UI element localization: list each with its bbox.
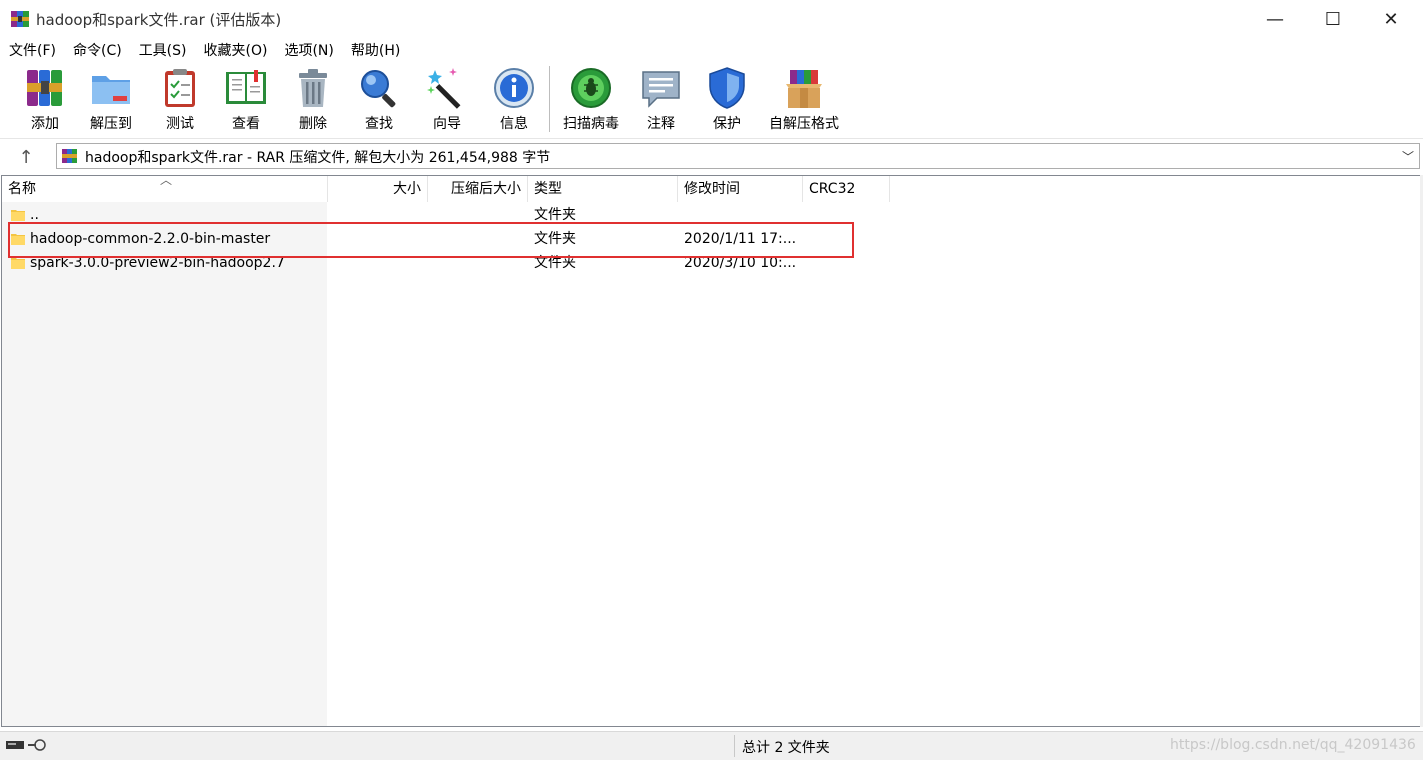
up-arrow-icon: ↑ (18, 146, 34, 168)
virus-scan-icon (569, 66, 613, 110)
menu-tools[interactable]: 工具(S) (130, 40, 195, 60)
comment-icon (639, 66, 683, 110)
view-label: 查看 (232, 116, 260, 132)
column-header-name[interactable]: 名称 ︿ (2, 176, 328, 202)
menu-command[interactable]: 命令(C) (64, 40, 130, 60)
column-header-crc[interactable]: CRC32 (803, 176, 890, 202)
find-label: 查找 (365, 116, 393, 132)
sfx-label: 自解压格式 (769, 116, 839, 132)
find-magnifier-icon (357, 66, 401, 110)
delete-button[interactable]: 删除 (290, 66, 336, 136)
view-button[interactable]: 查看 (222, 66, 270, 136)
menu-favorites[interactable]: 收藏夹(O) (195, 40, 276, 60)
column-type-label: 类型 (534, 181, 562, 197)
window-title: hadoop和spark文件.rar (评估版本) (36, 11, 282, 29)
winrar-logo-icon (10, 10, 30, 28)
maximize-button[interactable]: ☐ (1304, 0, 1362, 38)
add-label: 添加 (31, 116, 59, 132)
column-packed-label: 压缩后大小 (451, 181, 521, 197)
menu-file[interactable]: 文件(F) (0, 40, 64, 60)
toolbar: 添加 解压到 测试 查看 删除 查找 向导 信息 扫描病毒 注释 保护 自解压格… (0, 62, 1423, 139)
test-label: 测试 (166, 116, 194, 132)
sfx-box-icon (782, 66, 826, 110)
add-button[interactable]: 添加 (22, 66, 68, 136)
folder-icon (11, 208, 25, 221)
drive-icon[interactable] (6, 738, 50, 756)
menu-help[interactable]: 帮助(H) (342, 40, 408, 60)
protect-shield-icon (705, 66, 749, 110)
find-button[interactable]: 查找 (356, 66, 402, 136)
address-bar: ↑ hadoop和spark文件.rar - RAR 压缩文件, 解包大小为 2… (0, 140, 1423, 173)
list-header: 名称 ︿ 大小 压缩后大小 类型 修改时间 CRC32 (2, 176, 1420, 202)
add-archive-icon (23, 66, 67, 110)
maximize-icon: ☐ (1324, 8, 1342, 30)
highlight-annotation-box (8, 222, 854, 258)
protect-label: 保护 (713, 116, 741, 132)
up-button[interactable]: ↑ (6, 142, 46, 172)
info-label: 信息 (500, 116, 528, 132)
wizard-label: 向导 (433, 116, 461, 132)
extract-to-label: 解压到 (90, 116, 132, 132)
virus-scan-button[interactable]: 扫描病毒 (559, 66, 623, 136)
file-list[interactable]: 名称 ︿ 大小 压缩后大小 类型 修改时间 CRC32 .. 文件夹 hadoo… (1, 175, 1421, 727)
address-path-text: hadoop和spark文件.rar - RAR 压缩文件, 解包大小为 261… (85, 150, 551, 166)
test-clipboard-icon (158, 66, 202, 110)
comment-button[interactable]: 注释 (638, 66, 684, 136)
chevron-down-icon[interactable]: ﹀ (1399, 146, 1417, 166)
status-separator (734, 735, 735, 757)
address-path-box[interactable]: hadoop和spark文件.rar - RAR 压缩文件, 解包大小为 261… (56, 143, 1420, 169)
column-header-packed[interactable]: 压缩后大小 (428, 176, 528, 202)
menu-bar: 文件(F) 命令(C) 工具(S) 收藏夹(O) 选项(N) 帮助(H) (0, 38, 1423, 62)
watermark-text: https://blog.csdn.net/qq_42091436 (1170, 737, 1416, 753)
title-bar: hadoop和spark文件.rar (评估版本) — ☐ ✕ (0, 0, 1423, 38)
status-bar: 总计 2 文件夹 https://blog.csdn.net/qq_420914… (0, 731, 1423, 760)
view-book-icon (224, 66, 268, 110)
column-modified-label: 修改时间 (684, 181, 740, 197)
close-button[interactable]: ✕ (1362, 0, 1420, 38)
minimize-icon: — (1266, 8, 1284, 30)
comment-label: 注释 (647, 116, 675, 132)
wizard-button[interactable]: 向导 (424, 66, 470, 136)
status-summary: 总计 2 文件夹 (742, 740, 830, 756)
column-size-label: 大小 (393, 181, 421, 197)
column-header-type[interactable]: 类型 (528, 176, 678, 202)
sfx-button[interactable]: 自解压格式 (765, 66, 843, 136)
minimize-button[interactable]: — (1246, 0, 1304, 38)
rar-archive-icon (61, 148, 79, 164)
wizard-wand-icon (425, 66, 469, 110)
close-icon: ✕ (1383, 8, 1399, 30)
toolbar-separator (549, 66, 550, 132)
test-button[interactable]: 测试 (157, 66, 203, 136)
delete-label: 删除 (299, 116, 327, 132)
virus-scan-label: 扫描病毒 (563, 116, 619, 132)
info-icon (492, 66, 536, 110)
column-crc-label: CRC32 (809, 181, 856, 197)
info-button[interactable]: 信息 (491, 66, 537, 136)
menu-options[interactable]: 选项(N) (275, 40, 341, 60)
sort-ascending-icon: ︿ (160, 175, 173, 187)
column-header-modified[interactable]: 修改时间 (678, 176, 803, 202)
extract-to-folder-icon (89, 66, 133, 110)
name-column-background (2, 202, 327, 726)
extract-to-button[interactable]: 解压到 (86, 66, 136, 136)
protect-button[interactable]: 保护 (704, 66, 750, 136)
delete-trash-icon (291, 66, 335, 110)
column-header-size[interactable]: 大小 (328, 176, 428, 202)
column-name-label: 名称 (8, 181, 36, 197)
